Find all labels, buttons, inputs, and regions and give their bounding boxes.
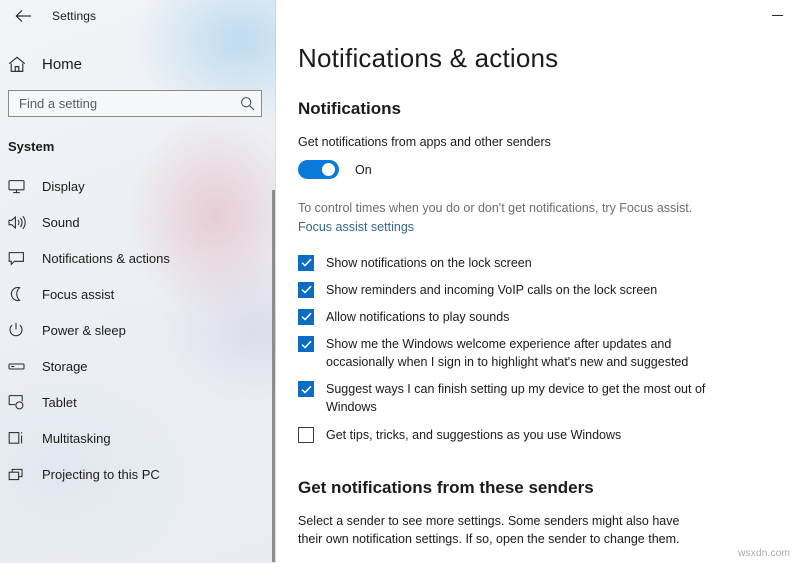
sidebar-label-display: Display (42, 178, 85, 194)
content-pane: Notifications & actions Notifications Ge… (276, 0, 800, 563)
senders-description: Select a sender to see more settings. So… (298, 513, 680, 546)
sidebar-label-power-sleep: Power & sleep (42, 322, 126, 338)
tablet-icon (8, 394, 34, 410)
drive-icon (8, 361, 34, 372)
sidebar-item-projecting-to-this-pc[interactable]: Projecting to this PC (0, 456, 276, 492)
list-item[interactable]: Show reminders and incoming VoIP calls o… (298, 281, 800, 299)
sidebar-item-tablet[interactable]: Tablet (0, 384, 276, 420)
master-toggle-row: On (298, 160, 800, 180)
focus-assist-settings-link[interactable]: Focus assist settings (298, 220, 414, 234)
sidebar-item-multitasking[interactable]: Multitasking (0, 420, 276, 456)
sidebar-label-focus-assist: Focus assist (42, 286, 115, 302)
search-icon[interactable] (240, 96, 255, 111)
checkbox-label: Get tips, tricks, and suggestions as you… (326, 427, 622, 442)
checkbox-label: Allow notifications to play sounds (326, 309, 510, 324)
home-icon (8, 56, 34, 73)
senders-heading: Get notifications from these senders (298, 477, 594, 497)
sidebar-label-sound: Sound (42, 214, 80, 230)
notifications-heading: Notifications (298, 99, 401, 118)
sidebar-item-sound[interactable]: Sound (0, 204, 276, 240)
back-arrow-icon[interactable] (6, 1, 40, 31)
sidebar-item-display[interactable]: Display (0, 168, 276, 204)
checkbox-notification-sounds[interactable] (298, 308, 314, 325)
power-icon (8, 322, 34, 338)
master-toggle-label: Get notifications from apps and other se… (298, 135, 551, 149)
checkbox-lock-screen-notifications[interactable] (298, 254, 314, 271)
checkbox-windows-welcome-experience[interactable] (298, 336, 314, 352)
sidebar-section-title: System (8, 139, 55, 154)
sidebar-item-storage[interactable]: Storage (0, 348, 276, 384)
sidebar-item-notifications-actions[interactable]: Notifications & actions (0, 240, 276, 276)
watermark: wsxdn.com (738, 548, 790, 559)
sidebar-divider (275, 0, 276, 563)
settings-window: Settings Home System (0, 0, 800, 563)
notification-balloon-icon (8, 251, 34, 266)
monitor-icon (8, 179, 34, 194)
sidebar-label-multitasking: Multitasking (42, 430, 111, 446)
project-screen-icon (8, 467, 34, 482)
minimize-button[interactable] (754, 0, 800, 30)
list-item[interactable]: Allow notifications to play sounds (298, 308, 800, 326)
multitasking-icon (8, 430, 34, 446)
minimize-icon (771, 14, 783, 16)
search-box[interactable] (8, 90, 262, 117)
list-item[interactable]: Get tips, tricks, and suggestions as you… (298, 426, 800, 444)
title-bar: Settings (0, 0, 276, 32)
checkbox-label: Show me the Windows welcome experience a… (326, 337, 689, 370)
sidebar-item-home[interactable]: Home (0, 46, 276, 82)
checkbox-tips-tricks-suggestions[interactable] (298, 426, 314, 443)
sidebar-label-storage: Storage (42, 358, 88, 374)
page-title: Notifications & actions (298, 43, 559, 73)
sidebar-home-label: Home (42, 55, 83, 73)
list-item[interactable]: Show notifications on the lock screen (298, 254, 800, 272)
speaker-icon (8, 215, 34, 230)
focus-assist-hint: To control times when you do or don't ge… (298, 201, 693, 216)
search-input[interactable] (19, 91, 240, 116)
checkbox-label: Suggest ways I can finish setting up my … (326, 382, 706, 415)
sidebar-label-notifications-actions: Notifications & actions (42, 250, 170, 266)
notification-options-list: Show notifications on the lock screen Sh… (298, 254, 800, 444)
notifications-toggle[interactable] (298, 160, 339, 180)
checkbox-suggest-finish-setup[interactable] (298, 381, 314, 398)
checkbox-reminders-voip-lock-screen[interactable] (298, 281, 314, 298)
list-item[interactable]: Suggest ways I can finish setting up my … (298, 380, 800, 416)
app-title: Settings (52, 9, 97, 23)
sidebar-nav-list: Display Sound Notifications & actions Fo… (0, 168, 276, 492)
toggle-knob (322, 163, 335, 177)
moon-icon (8, 286, 34, 302)
sidebar-item-power-sleep[interactable]: Power & sleep (0, 312, 276, 348)
toggle-state-label: On (355, 162, 372, 177)
sidebar-item-focus-assist[interactable]: Focus assist (0, 276, 276, 312)
checkbox-label: Show notifications on the lock screen (326, 255, 532, 270)
sidebar-label-projecting-to-this-pc: Projecting to this PC (42, 466, 160, 482)
list-item[interactable]: Show me the Windows welcome experience a… (298, 335, 800, 371)
sidebar-label-tablet: Tablet (42, 394, 77, 410)
checkbox-label: Show reminders and incoming VoIP calls o… (326, 282, 658, 297)
sidebar: Settings Home System (0, 0, 276, 563)
